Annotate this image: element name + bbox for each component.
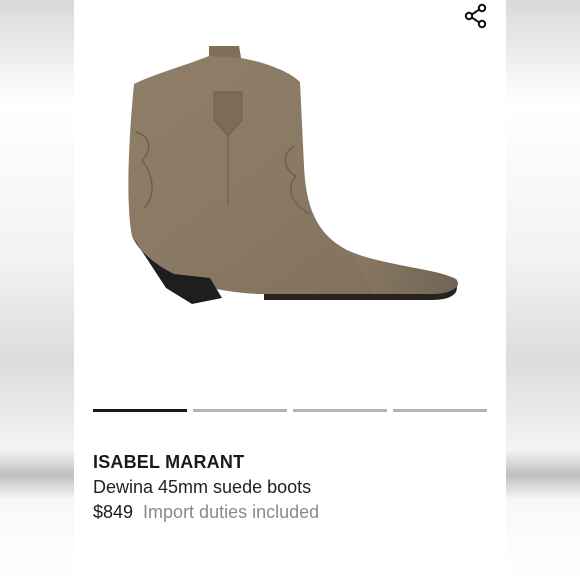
blurred-backdrop-left (0, 0, 74, 580)
price-row: $849 Import duties included (93, 502, 319, 523)
product-image[interactable] (114, 36, 464, 336)
carousel-indicator-2[interactable] (193, 409, 287, 412)
brand-name[interactable]: ISABEL MARANT (93, 452, 244, 473)
product-detail-screen: ISABEL MARANT Dewina 45mm suede boots $8… (74, 0, 506, 580)
share-icon (464, 3, 487, 29)
carousel-indicator-4[interactable] (393, 409, 487, 412)
product-price: $849 (93, 502, 134, 522)
share-button[interactable] (462, 2, 490, 30)
product-name: Dewina 45mm suede boots (93, 477, 312, 497)
import-duties-note: Import duties included (143, 502, 320, 522)
blurred-backdrop-right (506, 0, 580, 580)
image-carousel-indicator (93, 409, 489, 412)
carousel-indicator-3[interactable] (293, 409, 387, 412)
carousel-indicator-1[interactable] (93, 409, 187, 412)
